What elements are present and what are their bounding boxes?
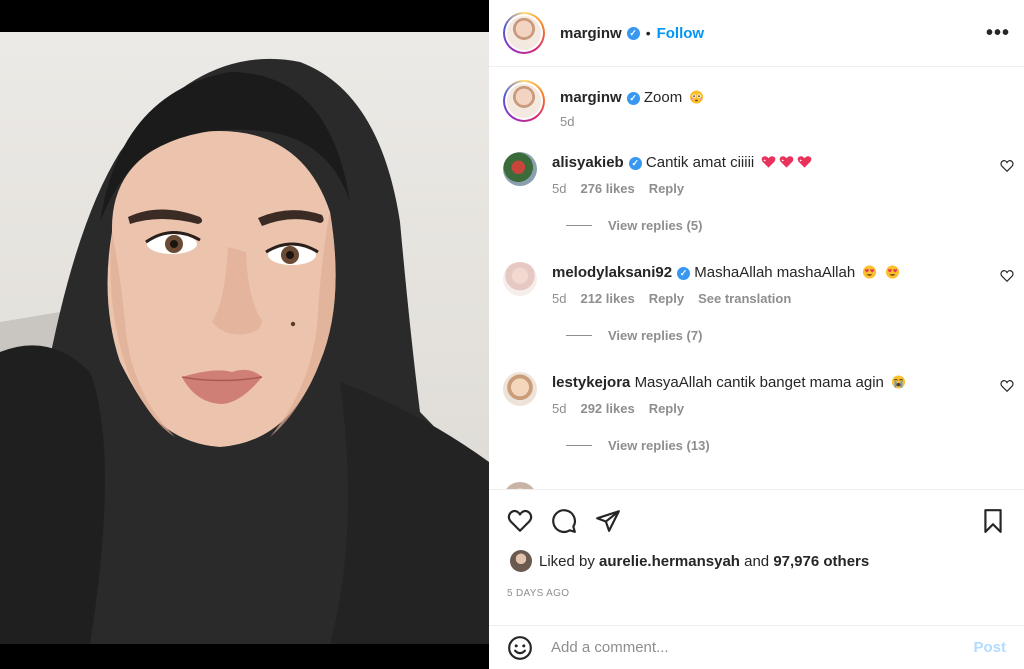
verified-badge-icon: ✓: [626, 26, 640, 40]
commenter-avatar[interactable]: [503, 372, 537, 406]
save-bookmark-icon[interactable]: [980, 508, 1006, 534]
like-comment-heart-icon[interactable]: [1000, 269, 1014, 283]
separator-dot: •: [645, 25, 651, 41]
author-avatar[interactable]: [503, 12, 545, 54]
comment-input[interactable]: [551, 639, 974, 656]
liker-avatar[interactable]: [510, 550, 532, 572]
view-replies-label: View replies (13): [608, 438, 710, 453]
comment-time[interactable]: 5d: [552, 291, 566, 306]
comment-likes-count[interactable]: 212 likes: [580, 291, 634, 306]
comment-text: MashaAllah mashaAllah: [694, 264, 856, 281]
post-photo: [0, 32, 489, 644]
caption-username[interactable]: marginw: [560, 89, 622, 106]
comment-item: alisyakieb ✓ Cantik amat ciiiii 5d 276 li…: [489, 149, 1024, 196]
post-header: marginw ✓ • Follow •••: [489, 0, 1024, 67]
commenter-avatar[interactable]: [503, 482, 537, 489]
comment-bubble-icon[interactable]: [551, 508, 577, 534]
comment-likes-count[interactable]: 292 likes: [580, 401, 634, 416]
sparkling-heart-icon: [798, 156, 812, 168]
likes-prefix: Liked by: [539, 552, 595, 570]
verified-badge-icon: ✓: [677, 266, 691, 280]
view-replies-button[interactable]: View replies (5): [566, 218, 1024, 233]
heart-eyes-face-icon: [885, 265, 899, 279]
comments-list[interactable]: marginw ✓ Zoom 5d alisyakieb ✓ Cantik amat…: [489, 67, 1024, 489]
verified-badge-icon: ✓: [626, 91, 640, 105]
caption-author-avatar[interactable]: [503, 80, 545, 122]
likes-summary: Liked by aurelie.hermansyah and 97,976 o…: [489, 534, 1024, 572]
comment-text: Cantik amat ciiiii: [645, 154, 755, 171]
verified-badge-icon: ✓: [628, 156, 642, 170]
view-replies-button[interactable]: View replies (13): [566, 438, 1024, 453]
caption-time[interactable]: 5d: [560, 114, 574, 129]
reply-button[interactable]: Reply: [649, 291, 684, 306]
comment-item: melodylaksani92 ✓ MashaAllah mashaAllah 5…: [489, 259, 1024, 306]
post-actions-area: Liked by aurelie.hermansyah and 97,976 o…: [489, 489, 1024, 607]
view-replies-button[interactable]: View replies (7): [566, 328, 1024, 343]
share-paper-plane-icon[interactable]: [595, 508, 621, 534]
reply-button[interactable]: Reply: [649, 181, 684, 196]
replies-divider: [566, 335, 592, 336]
sparkling-heart-icon: [762, 156, 776, 168]
author-username[interactable]: marginw: [560, 25, 622, 42]
like-heart-icon[interactable]: [507, 508, 533, 534]
portrait-illustration: [0, 58, 489, 644]
comment-username[interactable]: melodylaksani92: [552, 264, 672, 281]
replies-divider: [566, 225, 592, 226]
more-options-icon[interactable]: •••: [986, 22, 1010, 45]
comment-time[interactable]: 5d: [552, 181, 566, 196]
follow-button[interactable]: Follow: [657, 25, 705, 42]
like-comment-heart-icon[interactable]: [1000, 159, 1014, 173]
view-replies-label: View replies (7): [608, 328, 703, 343]
post-image-panel: [0, 0, 489, 669]
comment-username[interactable]: alisyakieb: [552, 154, 624, 171]
heart-eyes-face-icon: [863, 265, 877, 279]
post-caption: marginw ✓ Zoom 5d: [489, 80, 1024, 129]
post-comment-button[interactable]: Post: [973, 639, 1006, 656]
comment-text: MasyaAllah cantik banget mama agin: [634, 374, 884, 391]
action-bar: [489, 490, 1024, 534]
flushed-face-icon: [690, 90, 704, 104]
see-translation-button[interactable]: See translation: [698, 291, 791, 306]
commenter-avatar[interactable]: [503, 262, 537, 296]
view-replies-label: View replies (5): [608, 218, 703, 233]
caption-text: Zoom: [643, 89, 683, 106]
likes-others-count[interactable]: 97,976 others: [773, 553, 869, 570]
reply-button[interactable]: Reply: [649, 401, 684, 416]
comment-likes-count[interactable]: 276 likes: [580, 181, 634, 196]
likes-conjunction: and: [744, 552, 770, 570]
liker-username[interactable]: aurelie.hermansyah: [599, 553, 740, 570]
emoji-picker-icon[interactable]: [507, 635, 533, 661]
comment-item-partial: [489, 479, 1024, 489]
comment-username[interactable]: lestykejora: [552, 374, 630, 391]
post-timestamp[interactable]: 5 DAYS AGO: [489, 572, 1024, 599]
replies-divider: [566, 445, 592, 446]
sparkling-heart-icon: [780, 156, 794, 168]
comment-item: lestykejora MasyaAllah cantik banget mam…: [489, 369, 1024, 416]
post-side-panel: marginw ✓ • Follow ••• marginw ✓ Zoom 5d: [489, 0, 1024, 669]
loudly-crying-face-icon: [891, 375, 906, 389]
commenter-avatar[interactable]: [503, 152, 537, 186]
comment-time[interactable]: 5d: [552, 401, 566, 416]
like-comment-heart-icon[interactable]: [1000, 379, 1014, 393]
add-comment-bar: Post: [489, 625, 1024, 669]
